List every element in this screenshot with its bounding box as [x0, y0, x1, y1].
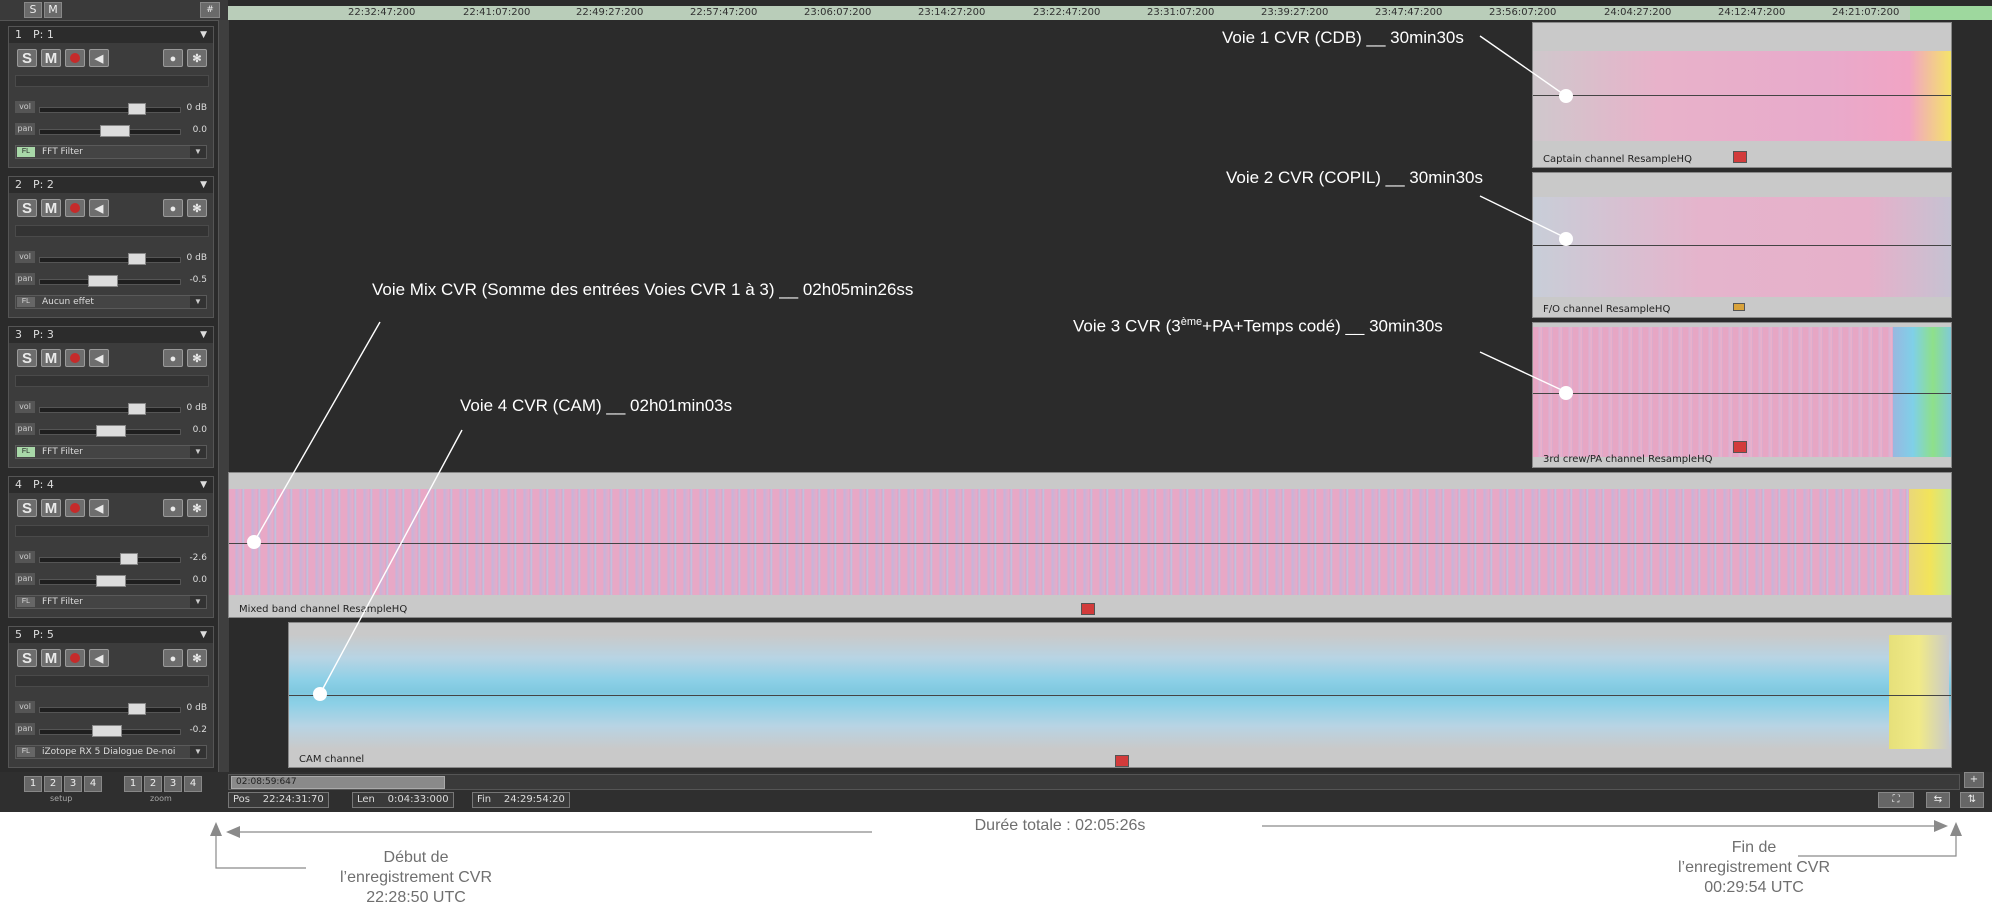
zoom-preset-3[interactable]: 3	[164, 776, 182, 792]
zoom-preset-1[interactable]: 1	[124, 776, 142, 792]
callout-line-voie4	[319, 429, 463, 695]
callout-line-voie-mix	[253, 321, 381, 543]
end-recording-caption: Fin de l’enregistrement CVR 00:29:54 UTC	[1644, 838, 1864, 898]
annotation-voie1: Voie 1 CVR (CDB) __ 30min30s	[1222, 28, 1464, 47]
setup-preset-1[interactable]: 1	[24, 776, 42, 792]
horizontal-scrollbar[interactable]: 02:08:59:647	[228, 774, 1960, 790]
len-field[interactable]: Len 0:04:33:000	[352, 792, 454, 808]
timecode-readout: 02:08:59:647	[236, 777, 297, 787]
callout-line-voie1	[1479, 35, 1567, 97]
zoom-in-button[interactable]: +	[1964, 772, 1984, 788]
arrow-left-icon	[226, 826, 240, 838]
end-caption-line2: l’enregistrement CVR	[1677, 859, 1831, 876]
annotation-voie3-pre: Voie 3 CVR (3	[1073, 316, 1181, 336]
total-duration-caption: Durée totale : 02:05:26s	[974, 817, 1146, 834]
pos-label: Pos	[233, 794, 251, 805]
callout-line-voie2	[1479, 195, 1567, 239]
annotation-voie3-post: +PA+Temps codé) __ 30min30s	[1202, 316, 1443, 336]
setup-label: setup	[50, 794, 73, 803]
pos-value: 22:24:31:70	[262, 794, 324, 805]
zoom-preset-2[interactable]: 2	[144, 776, 162, 792]
callout-line-voie3	[1479, 351, 1567, 393]
annotation-voie3: Voie 3 CVR (3ème+PA+Temps codé) __ 30min…	[1073, 316, 1443, 337]
scrollbar-thumb[interactable]: 02:08:59:647	[231, 776, 445, 789]
callout-dot	[1559, 89, 1573, 103]
fin-label: Fin	[477, 794, 492, 805]
fin-value: 24:29:54:20	[503, 794, 565, 805]
annotation-voie2: Voie 2 CVR (COPIL) __ 30min30s	[1226, 168, 1484, 187]
annotation-voie3-sup: ème	[1180, 316, 1203, 328]
pos-field[interactable]: Pos 22:24:31:70	[228, 792, 329, 808]
arrow-right-icon	[1934, 820, 1948, 832]
arrow-up-icon	[210, 822, 222, 836]
zoom-label: zoom	[150, 794, 172, 803]
daw-window: S M # 22:32:47:200 22:41:07:200 22:49:27…	[0, 0, 1992, 812]
sort-icon[interactable]: ⇅	[1960, 792, 1984, 808]
callout-dot	[1559, 232, 1573, 246]
bottom-bar: 1 2 3 4 1 2 3 4 setup zoom 02:08:59:647 …	[0, 772, 1992, 812]
callout-dot	[313, 687, 327, 701]
setup-preset-2[interactable]: 2	[44, 776, 62, 792]
start-recording-caption: Début de l’enregistrement CVR 22:28:50 U…	[306, 848, 526, 908]
fit-view-icon[interactable]: ⛶	[1878, 792, 1914, 808]
annotation-voie-mix: Voie Mix CVR (Somme des entrées Voies CV…	[372, 280, 914, 299]
fin-field[interactable]: Fin 24:29:54:20	[472, 792, 570, 808]
annotation-voie4: Voie 4 CVR (CAM) __ 02h01min03s	[460, 396, 733, 415]
start-caption-line3: 22:28:50 UTC	[366, 889, 466, 906]
callout-dot	[247, 535, 261, 549]
annotation-lines	[253, 35, 1567, 695]
swap-icon[interactable]: ⇆	[1926, 792, 1950, 808]
callout-dot	[1559, 386, 1573, 400]
end-caption-line3: 00:29:54 UTC	[1704, 879, 1804, 896]
setup-preset-4[interactable]: 4	[84, 776, 102, 792]
zoom-preset-4[interactable]: 4	[184, 776, 202, 792]
start-caption-line2: l’enregistrement CVR	[339, 869, 493, 886]
len-value: 0:04:33:000	[387, 794, 449, 805]
start-caption-line1: Début de	[383, 849, 449, 866]
arrow-up-icon	[1950, 822, 1962, 836]
setup-preset-3[interactable]: 3	[64, 776, 82, 792]
len-label: Len	[357, 794, 375, 805]
end-caption-line1: Fin de	[1731, 839, 1777, 856]
